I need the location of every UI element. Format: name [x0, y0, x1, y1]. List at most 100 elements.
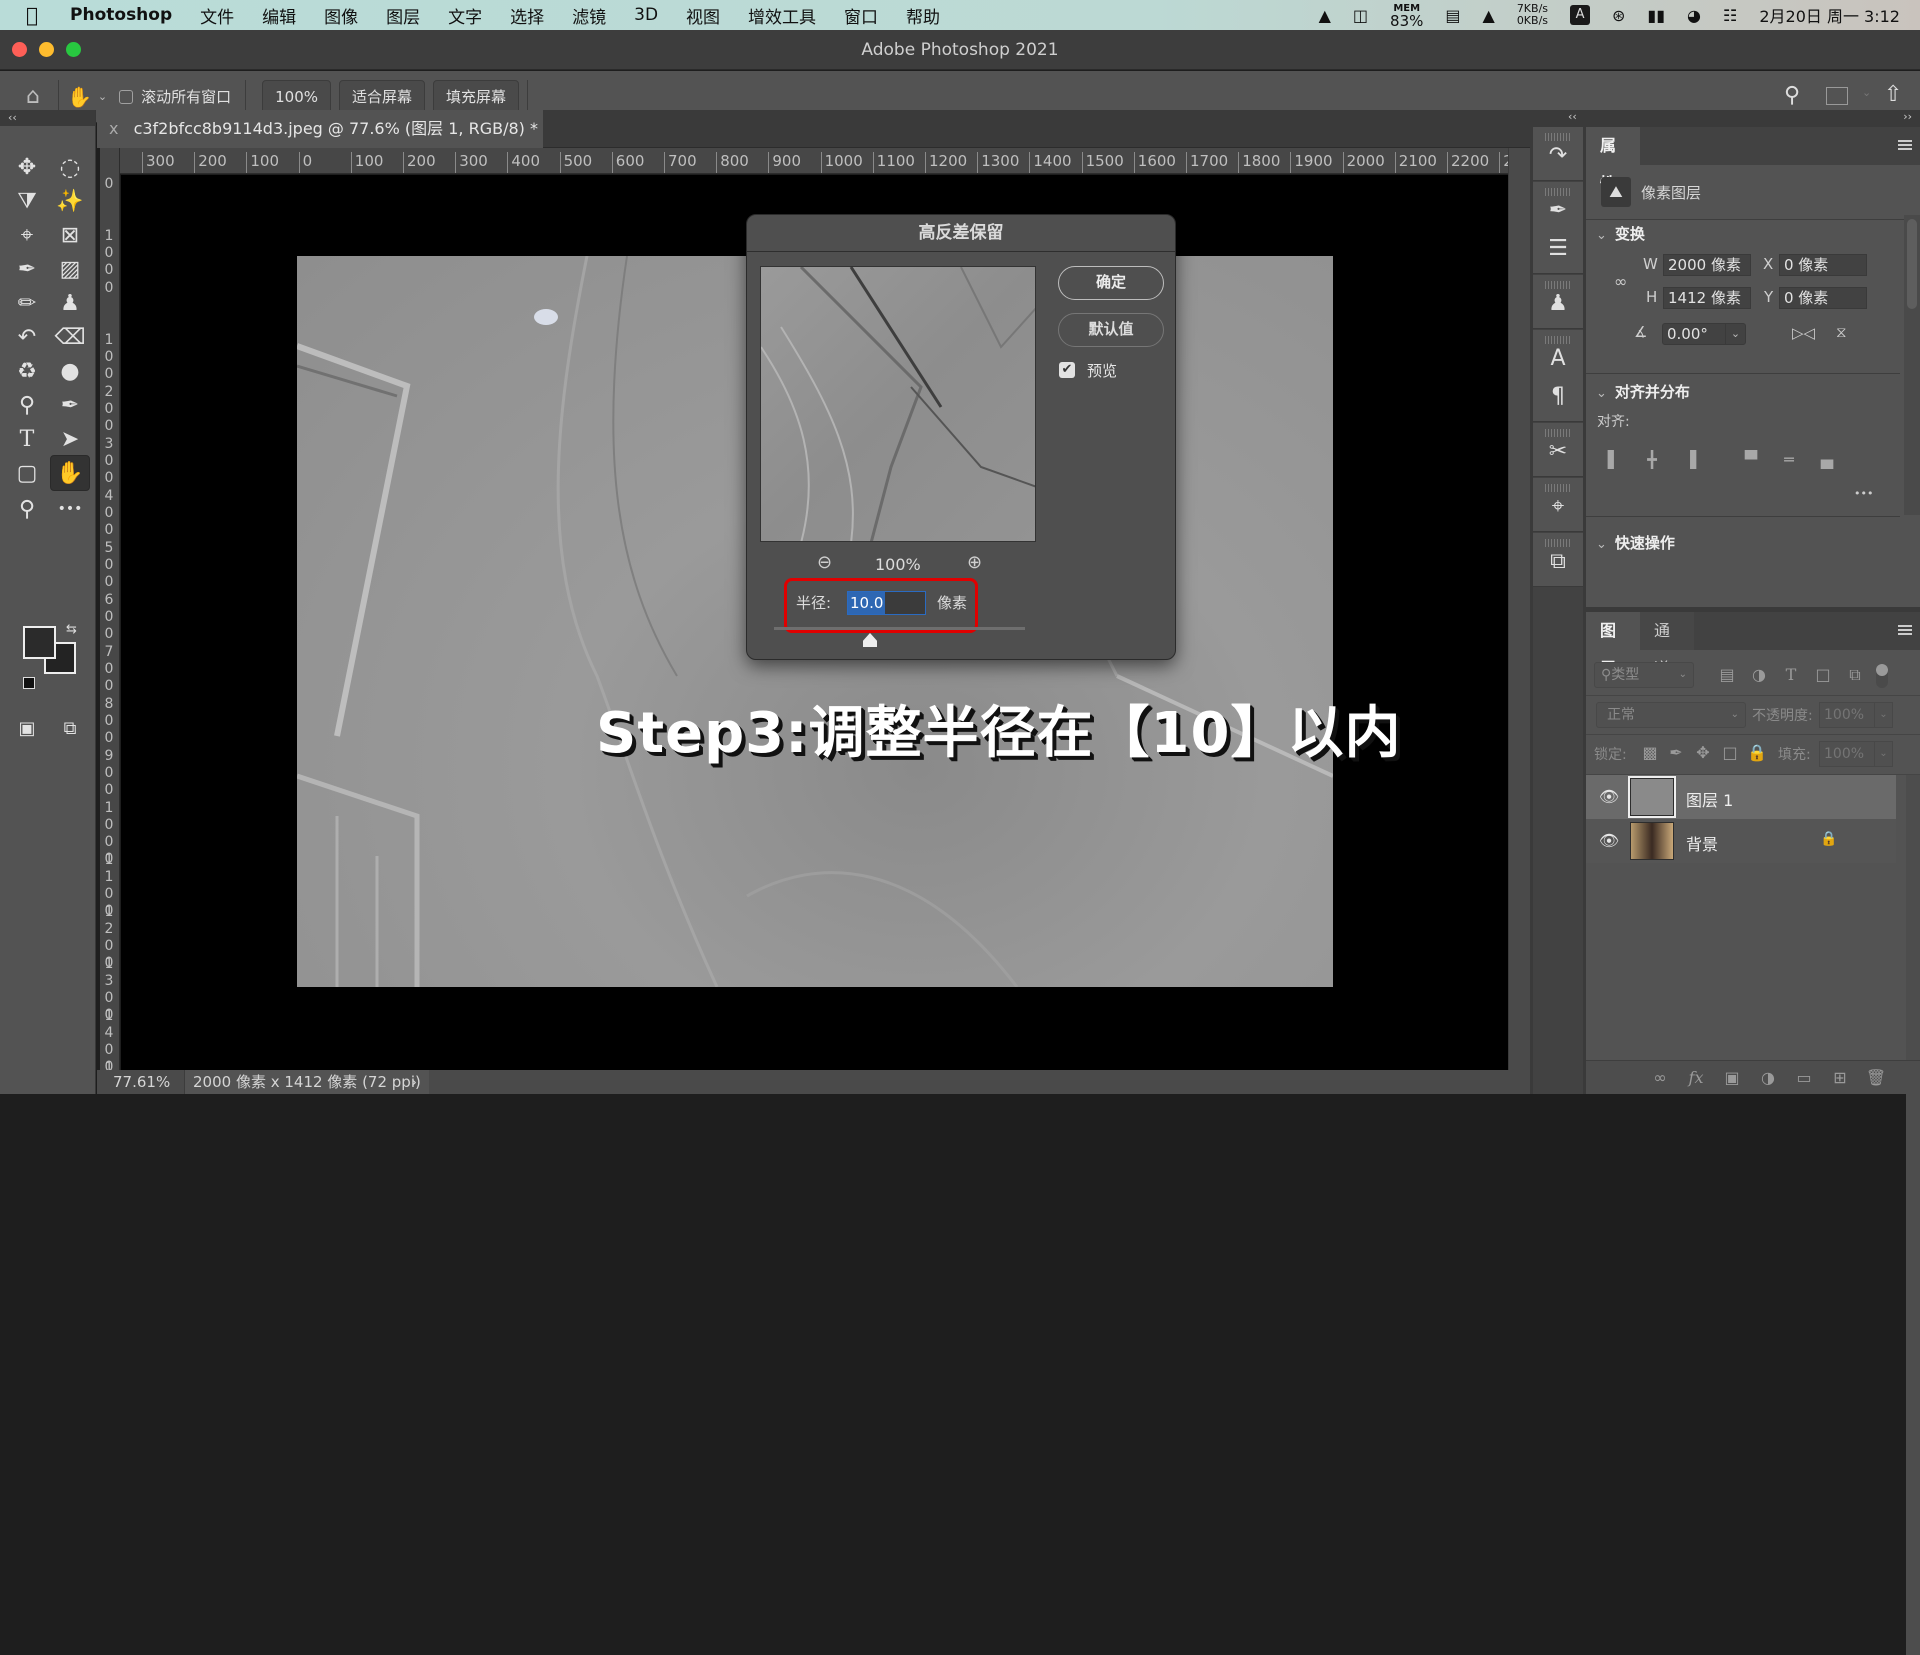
lock-transparent-pixels-icon[interactable]: ▩ — [1639, 742, 1661, 764]
delete-layer-icon[interactable]: 🗑 — [1865, 1067, 1887, 1089]
more-options-icon[interactable]: ••• — [1854, 487, 1873, 500]
menu-type[interactable]: 文字 — [434, 3, 496, 28]
menu-3d[interactable]: 3D — [620, 5, 672, 25]
add-mask-icon[interactable]: ▣ — [1721, 1067, 1743, 1089]
new-adjustment-layer-icon[interactable]: ◑ — [1757, 1067, 1779, 1089]
scroll-all-windows-checkbox[interactable] — [119, 89, 134, 104]
hand-tool-icon[interactable]: ✋ — [50, 455, 90, 491]
radius-slider-track[interactable] — [774, 627, 1025, 630]
eraser-tool-icon[interactable]: ⌫ — [54, 322, 85, 352]
screen-mode-icon[interactable]: ⧉ — [55, 713, 85, 743]
crop-tool-icon[interactable]: ⌖ — [12, 220, 42, 250]
zoom-tool-icon[interactable]: ⚲ — [12, 494, 42, 524]
history-icon[interactable]: ↷ — [1543, 141, 1573, 171]
status-menu-arrow[interactable]: › — [411, 1070, 417, 1094]
filter-shape-icon[interactable]: □ — [1812, 664, 1834, 686]
fill-field[interactable]: 100% ⌄ — [1819, 741, 1893, 767]
brush-settings-icon[interactable]: ✒ — [1543, 196, 1573, 226]
default-colors-icon[interactable] — [23, 677, 35, 689]
zoom-in-icon[interactable]: ⊕ — [967, 552, 982, 573]
visibility-eye-icon[interactable]: 👁 — [1598, 831, 1620, 851]
polygonal-lasso-tool-icon[interactable]: ⧩ — [12, 186, 42, 216]
angle-dropdown-icon[interactable]: ⌄ — [1725, 324, 1745, 344]
qq-icon[interactable]: ▲ — [1319, 6, 1331, 25]
menu-edit[interactable]: 编辑 — [248, 3, 310, 28]
tab-channels[interactable]: 通道 — [1640, 612, 1694, 678]
blend-mode-dropdown[interactable]: 正常 ⌄ — [1596, 702, 1746, 728]
filter-type-icon[interactable]: T — [1780, 664, 1802, 686]
angle-field[interactable]: 0.00° ⌄ — [1662, 323, 1746, 345]
panel-menu-icon[interactable] — [1898, 625, 1912, 635]
beer-icon[interactable]: ◫ — [1353, 6, 1368, 25]
filter-pixel-icon[interactable]: ▤ — [1716, 664, 1738, 686]
stack-icon[interactable]: ▤ — [1445, 6, 1460, 25]
wifi-icon[interactable]: ◕ — [1687, 6, 1701, 25]
quick-actions-header[interactable]: ⌄ 快速操作 — [1596, 532, 1675, 553]
menu-image[interactable]: 图像 — [310, 3, 372, 28]
minimize-window-button[interactable] — [39, 42, 54, 57]
filter-adjustment-icon[interactable]: ◑ — [1748, 664, 1770, 686]
new-group-icon[interactable]: ▭ — [1793, 1067, 1815, 1089]
clone-stamp-tool-icon[interactable]: ♟ — [55, 288, 85, 318]
menu-layer[interactable]: 图层 — [372, 3, 434, 28]
path-selection-tool-icon[interactable]: ➤ — [55, 424, 85, 454]
align-right-icon[interactable]: ▐ — [1680, 450, 1700, 470]
radius-input[interactable]: 10.0 — [847, 591, 926, 615]
quick-mask-icon[interactable]: ▣ — [12, 713, 42, 743]
vertical-ruler[interactable]: 0 100 0 100 200 300 400 500 600 700 800 900 1000 1100… — [100, 148, 120, 1070]
flip-horizontal-icon[interactable]: ▷◁ — [1792, 324, 1815, 342]
ok-button[interactable]: 确定 — [1058, 266, 1164, 300]
layer-name[interactable]: 图层 1 — [1686, 787, 1733, 811]
workspace-chevron-icon[interactable]: ⌄ — [1862, 86, 1871, 99]
layer-row-layer1[interactable]: 👁 图层 1 — [1586, 775, 1896, 819]
tab-layers[interactable]: 图层 — [1586, 612, 1640, 678]
collapse-left-icon[interactable]: ‹‹ — [1568, 110, 1577, 123]
frame-tool-icon[interactable]: ⊠ — [55, 220, 85, 250]
apple-icon[interactable]:  — [0, 3, 56, 27]
width-field[interactable]: 2000 像素 — [1663, 254, 1751, 276]
horizontal-ruler[interactable]: 300 200 100 0 100 200 300 400 500 600 700 800 900 100… — [100, 148, 1508, 174]
fill-screen-button[interactable]: 填充屏幕 — [433, 79, 520, 114]
paragraph-icon[interactable]: ¶ — [1543, 382, 1573, 412]
close-window-button[interactable] — [12, 42, 27, 57]
align-left-icon[interactable]: ▌ — [1604, 450, 1624, 470]
cat-icon[interactable]: ▲ — [1483, 6, 1495, 25]
zoom-100-button[interactable]: 100% — [262, 79, 331, 114]
y-field[interactable]: 0 像素 — [1779, 287, 1867, 309]
lock-image-pixels-icon[interactable]: ✒ — [1665, 742, 1687, 764]
home-icon[interactable]: ⌂ — [26, 84, 40, 109]
menu-view[interactable]: 视图 — [672, 3, 734, 28]
filter-toggle[interactable] — [1876, 664, 1888, 688]
blur-tool-icon[interactable]: ● — [55, 356, 85, 386]
vertical-scrollbar[interactable] — [1508, 148, 1530, 1070]
flip-vertical-icon[interactable]: ⧖ — [1836, 323, 1847, 341]
fx-icon[interactable]: fx — [1685, 1067, 1707, 1089]
layer-filter-dropdown[interactable]: ⚲类型 ⌄ — [1594, 662, 1694, 688]
brush-presets-icon[interactable]: ☰ — [1543, 234, 1573, 264]
lock-artboard-icon[interactable]: □ — [1719, 742, 1741, 764]
default-button[interactable]: 默认值 — [1058, 313, 1164, 347]
layer-row-background[interactable]: 👁 背景 🔒 — [1586, 819, 1896, 863]
history-brush-tool-icon[interactable]: ↶ — [12, 322, 42, 352]
rectangle-tool-icon[interactable]: ▢ — [12, 458, 42, 488]
visibility-eye-icon[interactable]: 👁 — [1598, 787, 1620, 807]
character-icon[interactable]: A — [1543, 344, 1573, 374]
tab-properties[interactable]: 属性 — [1586, 127, 1640, 193]
preview-checkbox[interactable]: ✔ — [1059, 362, 1075, 378]
paint-bucket-tool-icon[interactable]: ♻ — [12, 356, 42, 386]
layer-name[interactable]: 背景 — [1686, 831, 1718, 855]
edit-toolbar-icon[interactable]: ••• — [55, 494, 85, 524]
opacity-field[interactable]: 100% ⌄ — [1819, 702, 1893, 728]
align-vertical-center-icon[interactable]: ═ — [1779, 450, 1799, 470]
zoom-out-icon[interactable]: ⊖ — [817, 552, 832, 573]
transform-section-header[interactable]: ⌄ 变换 — [1596, 223, 1645, 244]
align-horizontal-center-icon[interactable]: ╋ — [1642, 450, 1662, 470]
chevron-down-icon[interactable]: ⌄ — [1874, 703, 1892, 727]
x-field[interactable]: 0 像素 — [1779, 254, 1867, 276]
fit-screen-button[interactable]: 适合屏幕 — [339, 79, 426, 114]
menu-window[interactable]: 窗口 — [830, 3, 892, 28]
panel-menu-icon[interactable] — [1898, 140, 1912, 150]
maximize-window-button[interactable] — [66, 42, 81, 57]
eyedropper-tool-icon[interactable]: ✒ — [12, 254, 42, 284]
pencil-tool-icon[interactable]: ✏ — [12, 288, 42, 318]
